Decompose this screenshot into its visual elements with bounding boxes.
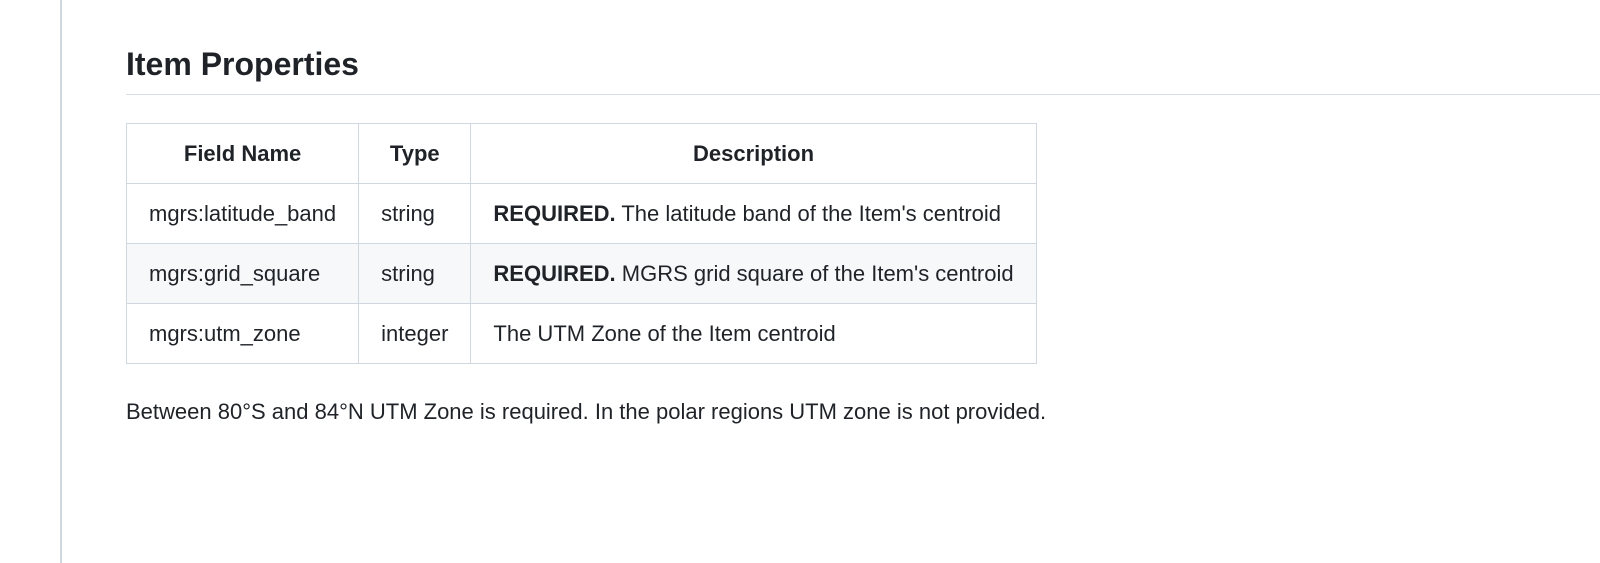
cell-type: string (359, 184, 471, 244)
cell-type: string (359, 244, 471, 304)
col-header-desc: Description (471, 124, 1036, 184)
cell-field-name: mgrs:grid_square (127, 244, 359, 304)
cell-field-name: mgrs:latitude_band (127, 184, 359, 244)
col-header-type: Type (359, 124, 471, 184)
col-header-field: Field Name (127, 124, 359, 184)
cell-description: REQUIRED. The latitude band of the Item'… (471, 184, 1036, 244)
desc-text: The latitude band of the Item's centroid (616, 201, 1001, 226)
cell-type: integer (359, 304, 471, 364)
table-header-row: Field Name Type Description (127, 124, 1037, 184)
desc-text: The UTM Zone of the Item centroid (493, 321, 835, 346)
section-heading: Item Properties (126, 44, 1600, 95)
properties-table: Field Name Type Description mgrs:latitud… (126, 123, 1037, 364)
document-section: Item Properties Field Name Type Descript… (60, 0, 1600, 563)
table-row: mgrs:latitude_band string REQUIRED. The … (127, 184, 1037, 244)
cell-description: REQUIRED. MGRS grid square of the Item's… (471, 244, 1036, 304)
desc-text: MGRS grid square of the Item's centroid (616, 261, 1014, 286)
required-tag: REQUIRED. (493, 261, 615, 286)
cell-description: The UTM Zone of the Item centroid (471, 304, 1036, 364)
cell-field-name: mgrs:utm_zone (127, 304, 359, 364)
table-row: mgrs:grid_square string REQUIRED. MGRS g… (127, 244, 1037, 304)
note-paragraph: Between 80°S and 84°N UTM Zone is requir… (126, 394, 1600, 429)
required-tag: REQUIRED. (493, 201, 615, 226)
table-row: mgrs:utm_zone integer The UTM Zone of th… (127, 304, 1037, 364)
